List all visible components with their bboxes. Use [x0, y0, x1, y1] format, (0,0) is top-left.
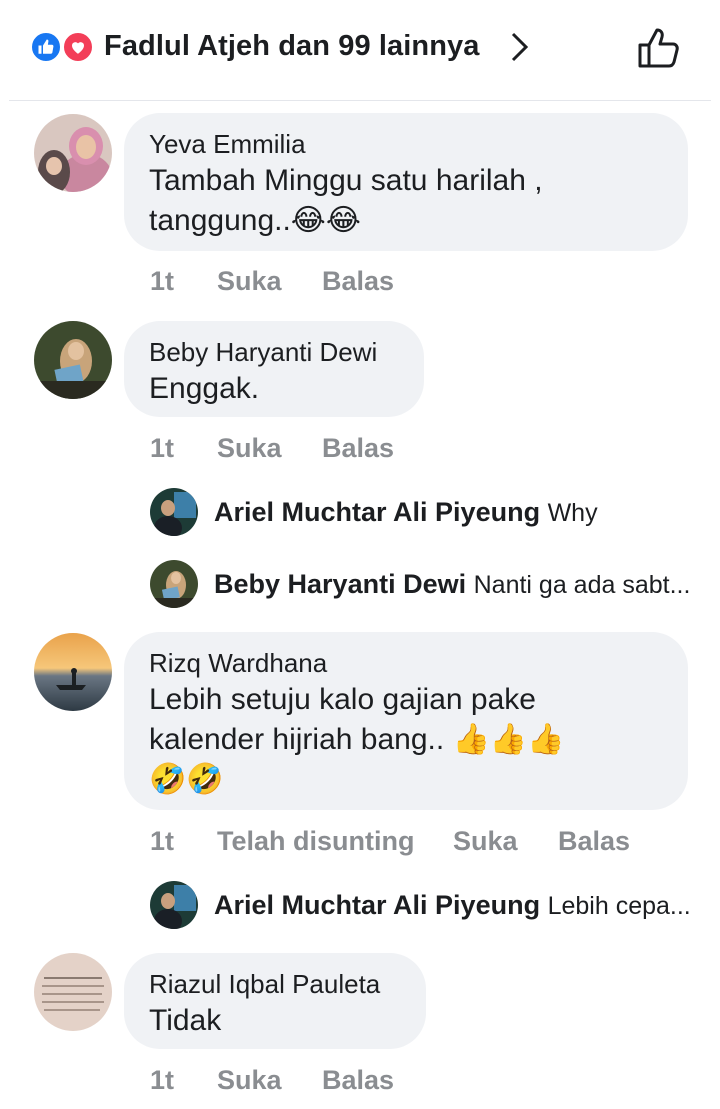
- chevron-right-icon[interactable]: [506, 30, 532, 64]
- comment-bubble[interactable]: Rizq Wardhana Lebih setuju kalo gajian p…: [124, 632, 688, 810]
- avatar-rizq-wardhana[interactable]: [34, 633, 112, 711]
- like-reaction-icon: [30, 31, 62, 63]
- reply-preview[interactable]: Ariel Muchtar Ali Piyeung Why: [214, 497, 694, 528]
- edited-label[interactable]: Telah disunting: [217, 826, 415, 857]
- like-button-icon[interactable]: [636, 26, 682, 70]
- avatar-yeva-emmilia[interactable]: [34, 114, 112, 192]
- comment-author[interactable]: Yeva Emmilia: [149, 127, 662, 161]
- comment-bubble[interactable]: Yeva Emmilia Tambah Minggu satu harilah …: [124, 113, 688, 251]
- love-reaction-icon: [62, 31, 94, 63]
- like-link[interactable]: Suka: [453, 826, 518, 857]
- reply-author[interactable]: Ariel Muchtar Ali Piyeung: [214, 497, 540, 527]
- reply-preview[interactable]: Beby Haryanti Dewi Nanti ga ada sabt...: [214, 569, 694, 600]
- comment-text: Tambah Minggu satu harilah ,: [149, 164, 543, 197]
- reply-link[interactable]: Balas: [322, 1065, 394, 1096]
- avatar-ariel-muchtar-ali-piyeung[interactable]: [150, 488, 198, 536]
- reactions-header[interactable]: Fadlul Atjeh dan 99 lainnya: [0, 0, 720, 100]
- like-link[interactable]: Suka: [217, 1065, 282, 1096]
- laughing-emoji: 😂😂: [290, 204, 361, 237]
- comment-text: Lebih setuju kalo gajian pake: [149, 683, 536, 716]
- reply-author[interactable]: Beby Haryanti Dewi: [214, 569, 466, 599]
- reply-preview[interactable]: Ariel Muchtar Ali Piyeung Lebih cepa...: [214, 890, 694, 921]
- comment-author[interactable]: Rizq Wardhana: [149, 646, 662, 680]
- reply-text: Lebih cepa...: [547, 892, 691, 920]
- reactors-summary[interactable]: Fadlul Atjeh dan 99 lainnya: [104, 30, 479, 63]
- comment-text-line: kalender hijriah bang.. 👍👍👍: [149, 723, 565, 756]
- comment-text: Enggak.: [149, 372, 260, 405]
- reply-link[interactable]: Balas: [322, 433, 394, 464]
- comment-time[interactable]: 1t: [150, 826, 174, 857]
- avatar-beby-haryanti-dewi[interactable]: [150, 560, 198, 608]
- comment-bubble[interactable]: Beby Haryanti Dewi Enggak.: [124, 321, 424, 417]
- reply-text: Nanti ga ada sabt...: [473, 571, 691, 599]
- avatar-riazul-iqbal-pauleta[interactable]: [34, 953, 112, 1031]
- reply-author[interactable]: Ariel Muchtar Ali Piyeung: [214, 890, 540, 920]
- reply-link[interactable]: Balas: [558, 826, 630, 857]
- avatar-ariel-muchtar-ali-piyeung[interactable]: [150, 881, 198, 929]
- reply-text: Why: [547, 499, 598, 527]
- comment-text-line: tanggung..😂😂: [149, 204, 361, 237]
- reaction-icons: [30, 31, 96, 63]
- comment-author[interactable]: Beby Haryanti Dewi: [149, 335, 398, 369]
- thumbs-up-emoji: 👍👍👍: [444, 723, 565, 756]
- rofl-emoji: 🤣🤣: [149, 763, 224, 796]
- reply-link[interactable]: Balas: [322, 266, 394, 297]
- comment-text: Tidak: [149, 1004, 222, 1037]
- like-link[interactable]: Suka: [217, 266, 282, 297]
- comment-bubble[interactable]: Riazul Iqbal Pauleta Tidak: [124, 953, 426, 1049]
- comment-time[interactable]: 1t: [150, 433, 174, 464]
- comment-author[interactable]: Riazul Iqbal Pauleta: [149, 967, 400, 1001]
- avatar-beby-haryanti-dewi[interactable]: [34, 321, 112, 399]
- comment-time[interactable]: 1t: [150, 266, 174, 297]
- comment-time[interactable]: 1t: [150, 1065, 174, 1096]
- like-link[interactable]: Suka: [217, 433, 282, 464]
- header-divider: [9, 100, 711, 101]
